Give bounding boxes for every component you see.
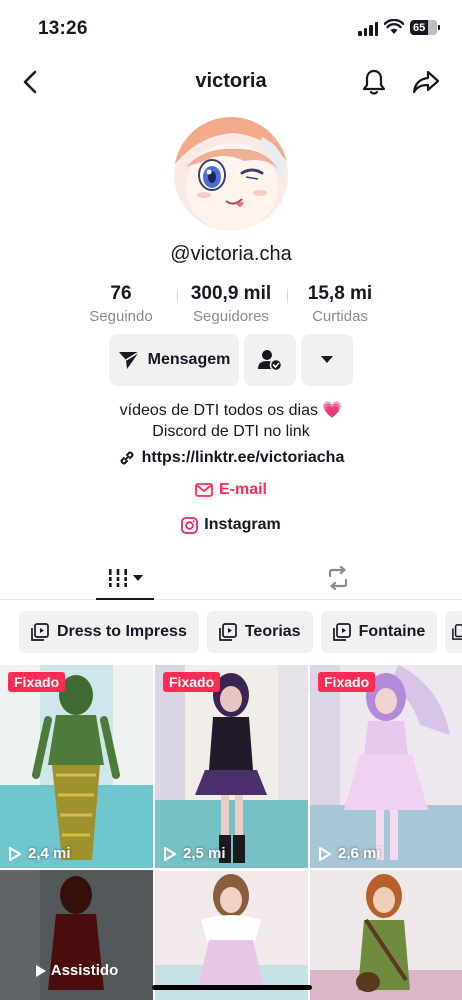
stat-following[interactable]: 76 Seguindo xyxy=(82,283,160,328)
playlist-chip-label: Fontaine xyxy=(358,623,426,640)
video-thumbnail[interactable]: Fixado 2,4 mi xyxy=(0,665,153,868)
suggested-accounts-button[interactable] xyxy=(301,334,353,386)
followers-label: Seguidores xyxy=(193,308,269,325)
bell-icon xyxy=(362,69,386,95)
view-count: 2,6 mi xyxy=(318,845,381,862)
bio-line: vídeos de DTI todos os dias 💗 xyxy=(119,402,343,419)
user-check-icon xyxy=(258,350,282,371)
playlist-chip[interactable]: Fontaine xyxy=(320,611,438,653)
profile-header: victoria xyxy=(0,58,462,106)
video-thumbnail[interactable] xyxy=(310,870,462,1000)
instagram-link[interactable]: Instagram xyxy=(0,516,462,534)
profile-tabs xyxy=(0,556,462,600)
avatar[interactable] xyxy=(174,117,288,231)
playlist-chips: Dress to Impress Teorias Fontaine xyxy=(19,611,462,653)
instagram-icon xyxy=(181,516,199,534)
playlist-icon xyxy=(332,623,351,641)
message-label: Mensagem xyxy=(147,351,231,368)
following-status-button[interactable] xyxy=(244,334,296,386)
stat-divider xyxy=(177,289,178,303)
header-title: victoria xyxy=(195,70,267,92)
playlist-chip[interactable] xyxy=(445,611,462,653)
cellular-signal-icon xyxy=(358,22,378,36)
battery-level: 65 xyxy=(413,21,426,34)
share-button[interactable] xyxy=(408,66,444,98)
tab-reposts[interactable] xyxy=(320,556,356,600)
play-outline-icon xyxy=(319,846,331,861)
playlist-icon xyxy=(452,624,462,640)
view-count: 2,4 mi xyxy=(8,845,71,862)
pinned-badge: Fixado xyxy=(163,672,221,692)
following-count: 76 xyxy=(110,283,132,304)
caret-down-icon xyxy=(133,574,143,581)
battery-icon: 65 xyxy=(410,20,440,35)
video-thumbnail[interactable] xyxy=(155,870,308,1000)
active-tab-indicator xyxy=(96,598,154,600)
stat-followers[interactable]: 300,9 mil Seguidores xyxy=(182,283,280,328)
status-bar: 13:26 65 xyxy=(0,0,462,58)
repost-icon xyxy=(328,566,348,590)
share-arrow-icon xyxy=(412,70,440,94)
mail-icon xyxy=(195,483,213,497)
view-count-value: 2,6 mi xyxy=(338,845,381,862)
video-thumbnail[interactable]: Fixado 2,5 mi xyxy=(155,665,308,868)
stat-divider xyxy=(287,289,288,303)
profile-bio: vídeos de DTI todos os dias 💗 Discord de… xyxy=(0,400,462,442)
play-icon xyxy=(35,964,46,977)
view-count-value: 2,5 mi xyxy=(183,845,226,862)
profile-username: @victoria.cha xyxy=(170,243,292,265)
email-link[interactable]: E-mail xyxy=(0,481,462,499)
home-indicator xyxy=(152,985,312,990)
link-text: https://linktr.ee/victoriacha xyxy=(141,449,345,466)
watched-text: Assistido xyxy=(50,962,119,979)
video-thumbnail[interactable]: Assistido xyxy=(0,870,153,1000)
instagram-text: Instagram xyxy=(204,516,281,533)
stat-likes[interactable]: 15,8 mi Curtidas xyxy=(298,283,382,328)
caret-down-icon xyxy=(321,356,333,363)
send-icon xyxy=(118,351,140,369)
video-thumbnail[interactable]: Fixado 2,6 mi xyxy=(310,665,462,868)
message-button[interactable]: Mensagem xyxy=(109,334,239,386)
wifi-icon xyxy=(384,19,404,34)
notifications-button[interactable] xyxy=(358,66,390,98)
view-count: 2,5 mi xyxy=(163,845,226,862)
likes-label: Curtidas xyxy=(312,308,368,325)
play-outline-icon xyxy=(164,846,176,861)
watched-label: Assistido xyxy=(0,962,153,979)
playlist-chip[interactable]: Teorias xyxy=(206,611,313,653)
play-outline-icon xyxy=(9,846,21,861)
playlist-chip-label: Dress to Impress xyxy=(57,623,187,640)
view-count-value: 2,4 mi xyxy=(28,845,71,862)
followers-count: 300,9 mil xyxy=(190,283,272,304)
link-icon xyxy=(120,451,134,465)
profile-stats: 76 Seguindo 300,9 mil Seguidores 15,8 mi… xyxy=(0,283,462,327)
watched-overlay xyxy=(0,870,153,1000)
pinned-badge: Fixado xyxy=(8,672,66,692)
following-label: Seguindo xyxy=(89,308,153,325)
playlist-chip-label: Teorias xyxy=(244,623,301,640)
pinned-badge: Fixado xyxy=(318,672,376,692)
likes-count: 15,8 mi xyxy=(307,283,373,304)
status-time: 13:26 xyxy=(38,18,88,39)
playlist-icon xyxy=(31,623,49,641)
playlist-chip[interactable]: Dress to Impress xyxy=(19,611,199,653)
tab-videos[interactable] xyxy=(96,556,154,600)
bio-link[interactable]: https://linktr.ee/victoriacha xyxy=(0,449,462,467)
video-grid-icon xyxy=(107,569,129,587)
playlist-icon xyxy=(218,623,237,641)
bio-line: Discord de DTI no link xyxy=(152,423,310,440)
email-text: E-mail xyxy=(218,481,267,498)
